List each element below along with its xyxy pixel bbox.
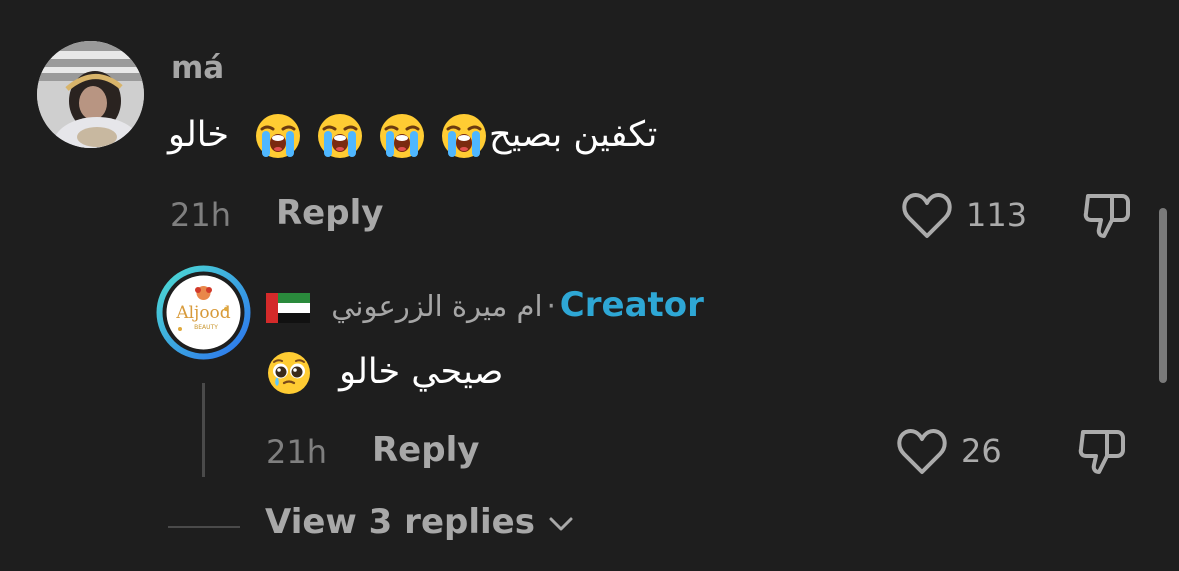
comment-text-main: تكفين بصيح — [489, 115, 658, 155]
comment-text-suffix: خالو — [168, 115, 230, 155]
like-count: 113 — [966, 196, 1028, 234]
reply-time: 21h — [266, 433, 327, 471]
separator-dot: · — [546, 289, 556, 323]
comment-time: 21h — [170, 196, 231, 234]
view-replies-button[interactable]: View 3 replies — [265, 502, 575, 542]
chevron-down-icon — [549, 517, 573, 530]
loudly-crying-face-icon — [380, 114, 425, 158]
creator-avatar[interactable]: Aljood BEAUTY — [154, 263, 253, 362]
pleading-face-icon — [268, 352, 310, 394]
emoji-row — [241, 114, 489, 158]
heart-outline-icon[interactable] — [901, 192, 953, 240]
uae-flag-icon — [266, 293, 310, 323]
thread-line — [202, 383, 205, 477]
reply-button[interactable]: Reply — [372, 430, 479, 470]
reply-text-body: صيحي خالو — [339, 352, 504, 392]
avatar[interactable] — [37, 41, 144, 148]
reply-button[interactable]: Reply — [276, 193, 383, 233]
view-replies-divider — [168, 526, 240, 528]
heart-outline-icon[interactable] — [896, 428, 948, 476]
loudly-crying-face-icon — [442, 114, 487, 158]
view-replies-label: View 3 replies — [265, 502, 535, 542]
like-count: 26 — [961, 432, 1002, 470]
thumbs-down-outline-icon[interactable] — [1077, 426, 1129, 478]
comment-username[interactable]: má — [171, 50, 224, 86]
reply-author[interactable]: ام ميرة الزرعوني · Creator — [266, 280, 704, 330]
loudly-crying-face-icon — [256, 114, 301, 158]
avatar-logo-text: Aljood — [175, 303, 230, 323]
reply-author-name: ام ميرة الزرعوني — [331, 289, 543, 323]
reply-text: صيحي خالو — [266, 340, 503, 404]
thumbs-down-outline-icon[interactable] — [1082, 190, 1134, 242]
loudly-crying-face-icon — [318, 114, 363, 158]
creator-badge: Creator — [559, 285, 704, 325]
avatar-logo-sub: BEAUTY — [194, 324, 218, 331]
comment-text: تكفين بصيح خالو — [168, 100, 657, 170]
scrollbar[interactable] — [1159, 208, 1167, 383]
comment-thread: má تكفين بصيحخالو 21h Reply 113 Aljood B… — [0, 0, 1179, 571]
